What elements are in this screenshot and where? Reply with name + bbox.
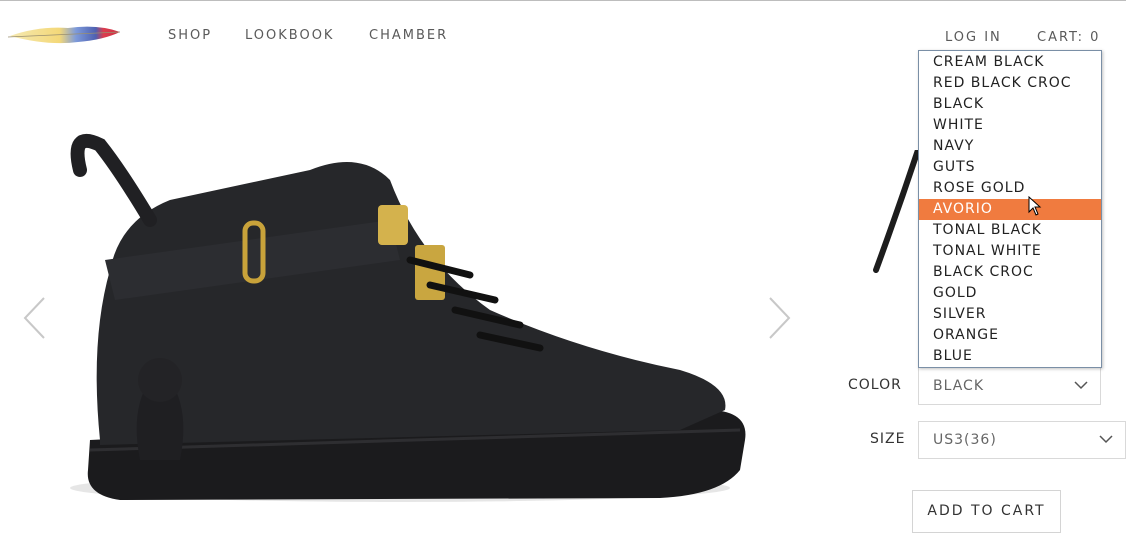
color-option[interactable]: TONAL WHITE [919,241,1101,262]
color-option[interactable]: GOLD [919,283,1101,304]
color-option[interactable]: CREAM BLACK [919,52,1101,73]
chevron-down-icon [1099,435,1113,444]
color-option[interactable]: ORANGE [919,325,1101,346]
login-link[interactable]: LOG IN [945,30,1002,45]
mouse-pointer-icon [1028,196,1042,216]
nav-shop[interactable]: SHOP [168,28,212,43]
color-label: COLOR [848,377,902,393]
color-option[interactable]: BLACK [919,94,1101,115]
color-option[interactable]: RED BLACK CROC [919,73,1101,94]
color-option[interactable]: AVORIO [919,199,1101,220]
color-option[interactable]: TONAL BLACK [919,220,1101,241]
color-option[interactable]: NAVY [919,136,1101,157]
top-border [0,0,1126,1]
size-select-value: US3(36) [933,432,997,448]
chevron-right-icon[interactable] [766,296,792,340]
product-image-sneaker [70,133,746,502]
size-select[interactable]: US3(36) [918,421,1126,459]
chevron-left-icon[interactable] [22,296,48,340]
color-option[interactable]: BLUE [919,346,1101,367]
color-option[interactable]: WHITE [919,115,1101,136]
chevron-down-icon [1074,381,1088,390]
color-option[interactable]: SILVER [919,304,1101,325]
color-dropdown-list[interactable]: CREAM BLACK RED BLACK CROC BLACK WHITE NAVY G… [918,50,1102,368]
color-option[interactable]: GUTS [919,157,1101,178]
nav-lookbook[interactable]: LOOKBOOK [245,28,334,43]
color-option[interactable]: ROSE GOLD [919,178,1101,199]
feather-logo[interactable] [8,18,123,54]
add-to-cart-button[interactable]: ADD TO CART [912,490,1061,533]
nav-chamber[interactable]: CHAMBER [369,28,448,43]
color-select[interactable]: BLACK [918,367,1101,405]
cart-link[interactable]: CART: 0 [1037,30,1100,45]
color-select-value: BLACK [933,378,985,394]
color-option[interactable]: BLACK CROC [919,262,1101,283]
size-label: SIZE [870,431,906,447]
